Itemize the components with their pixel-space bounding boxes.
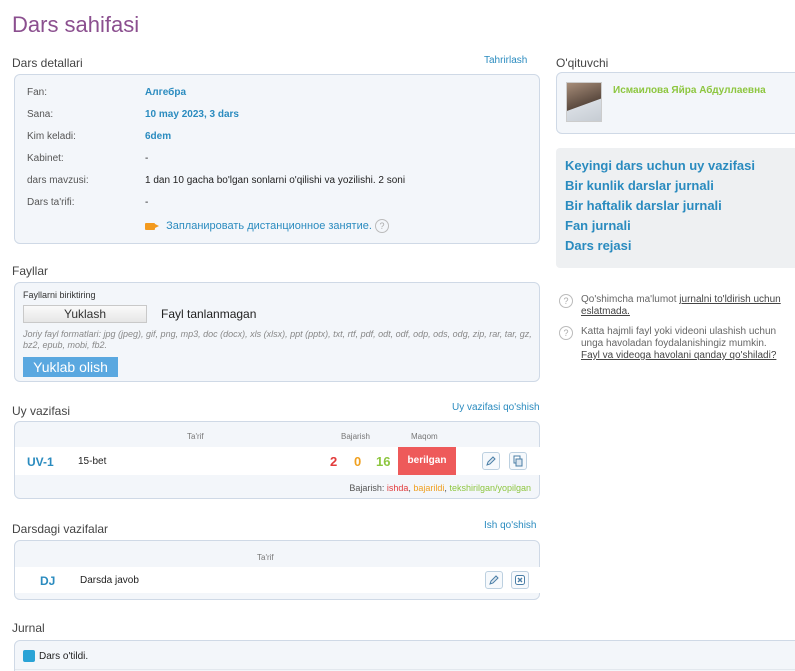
- classwork-row[interactable]: DJ Darsda javob: [15, 567, 541, 593]
- copy-icon: [513, 455, 523, 467]
- teacher-section-label: O'qituvchi: [556, 56, 609, 70]
- count-in-progress: 2: [330, 454, 338, 469]
- details-section-label: Dars detallari: [12, 56, 83, 70]
- homework-row[interactable]: UV-1 15-bet 2 0 16 berilgan: [15, 447, 541, 475]
- link-subject-journal[interactable]: Fan jurnali: [565, 218, 755, 233]
- pencil-icon: [489, 575, 499, 585]
- copy-homework-button[interactable]: [509, 452, 527, 470]
- help-text-2a: Katta hajmli fayl yoki videoni ulashish …: [581, 326, 777, 337]
- help-link-journal[interactable]: jurnalni to'ldirish uchun: [679, 294, 780, 305]
- add-homework-link[interactable]: Uy vazifasi qo'shish: [452, 402, 540, 413]
- homework-desc: 15-bet: [78, 456, 107, 467]
- upload-button[interactable]: Yuklab olish: [23, 357, 118, 377]
- no-file-label: Fayl tanlanmagan: [161, 307, 257, 321]
- delete-icon: [515, 575, 525, 585]
- detail-label-class: Kim keladi:: [27, 131, 76, 142]
- homework-section-label: Uy vazifasi: [12, 404, 71, 418]
- choose-file-button[interactable]: Yuklash: [23, 305, 147, 323]
- homework-legend: Bajarish: ishda, bajarildi, tekshirilgan…: [349, 483, 531, 493]
- link-weekly-journal[interactable]: Bir haftalik darslar jurnali: [565, 198, 755, 213]
- homework-code[interactable]: UV-1: [27, 455, 54, 469]
- help-icon: ?: [559, 326, 573, 340]
- help-icon: ?: [559, 294, 573, 308]
- classwork-desc: Darsda javob: [80, 575, 139, 586]
- files-section-label: Fayllar: [12, 264, 49, 278]
- classwork-col-desc: Ta'rif: [257, 553, 274, 562]
- legend-checked: tekshirilgan/yopilgan: [449, 483, 531, 493]
- detail-label-description: Dars ta'rifi:: [27, 197, 75, 208]
- detail-label-subject: Fan:: [27, 87, 48, 98]
- help-link-video[interactable]: Fayl va videoga havolani qanday qo'shila…: [581, 350, 776, 361]
- detail-value-class[interactable]: 6dem: [145, 131, 171, 142]
- legend-prefix: Bajarish:: [349, 483, 387, 493]
- formats-prefix: Joriy fayl formatlari:: [23, 329, 104, 339]
- homework-col-done: Bajarish: [341, 432, 370, 441]
- side-help: ? Qo'shimcha ma'lumot jurnalni to'ldiris…: [559, 294, 795, 362]
- add-classwork-link[interactable]: Ish qo'shish: [484, 520, 537, 531]
- detail-value-subject[interactable]: Алгебра: [145, 87, 186, 98]
- teacher-avatar[interactable]: [566, 82, 602, 122]
- attach-label: Fayllarni biriktiring: [23, 290, 96, 300]
- status-square-icon: [23, 650, 35, 662]
- homework-col-desc: Ta'rif: [187, 432, 204, 441]
- count-checked: 16: [376, 454, 391, 469]
- journal-divider: [15, 669, 795, 670]
- homework-box: Ta'rif Bajarish Maqom UV-1 15-bet 2 0 16…: [14, 421, 541, 499]
- classwork-box: Ta'rif DJ Darsda javob: [14, 540, 541, 600]
- detail-value-description: -: [145, 197, 149, 208]
- detail-value-topic: 1 dan 10 gacha bo'lgan sonlarni o'qilish…: [145, 175, 406, 186]
- edit-classwork-button[interactable]: [485, 571, 503, 589]
- status-badge: berilgan: [398, 447, 456, 475]
- journal-box: Dars o'tildi.: [14, 640, 795, 671]
- distance-lesson-row: Запланировать дистанционное занятие. ?: [145, 219, 389, 233]
- delete-classwork-button[interactable]: [511, 571, 529, 589]
- detail-label-topic: dars mavzusi:: [27, 175, 89, 186]
- distance-lesson-link[interactable]: Запланировать дистанционное занятие.: [166, 220, 372, 232]
- edit-homework-button[interactable]: [482, 452, 500, 470]
- link-lesson-plan[interactable]: Dars rejasi: [565, 238, 755, 253]
- page-title: Dars sahifasi: [12, 12, 140, 37]
- help-text-2b: unga havoladan foydalanishingiz mumkin.: [581, 338, 767, 349]
- journal-status: Dars o'tildi.: [39, 651, 89, 662]
- legend-done: bajarildi: [413, 483, 445, 493]
- video-camera-icon: [145, 222, 159, 230]
- link-next-homework[interactable]: Keyingi dars uchun uy vazifasi: [565, 158, 755, 173]
- details-box: Fan: Алгебра Sana: 10 may 2023, 3 dars K…: [14, 74, 540, 244]
- detail-value-room: -: [145, 153, 149, 164]
- journal-section-label: Jurnal: [12, 621, 45, 635]
- homework-col-status: Maqom: [411, 432, 438, 441]
- help-text-1: Qo'shimcha ma'lumot: [581, 294, 680, 305]
- detail-label-room: Kabinet:: [27, 153, 64, 164]
- classwork-section-label: Darsdagi vazifalar: [12, 522, 109, 536]
- help-link-journal-2[interactable]: eslatmada.: [581, 306, 630, 317]
- detail-label-date: Sana:: [27, 109, 54, 120]
- side-links-panel: Keyingi dars uchun uy vazifasi Bir kunli…: [556, 148, 795, 268]
- edit-details-link[interactable]: Tahrirlash: [484, 55, 527, 66]
- help-icon[interactable]: ?: [374, 219, 389, 233]
- file-formats: Joriy fayl formatlari: jpg (jpeg), gif, …: [23, 329, 535, 351]
- files-box: Fayllarni biriktiring Yuklash Fayl tanla…: [14, 282, 540, 382]
- legend-in-progress: ishda: [386, 483, 409, 493]
- classwork-code[interactable]: DJ: [40, 574, 55, 588]
- detail-value-date[interactable]: 10 may 2023, 3 dars: [145, 109, 239, 120]
- count-done: 0: [354, 454, 362, 469]
- pencil-icon: [486, 456, 496, 466]
- link-daily-journal[interactable]: Bir kunlik darslar jurnali: [565, 178, 755, 193]
- teacher-box: Исмаилова Яйра Абдуллаевна: [556, 72, 795, 134]
- teacher-name[interactable]: Исмаилова Яйра Абдуллаевна: [613, 85, 766, 96]
